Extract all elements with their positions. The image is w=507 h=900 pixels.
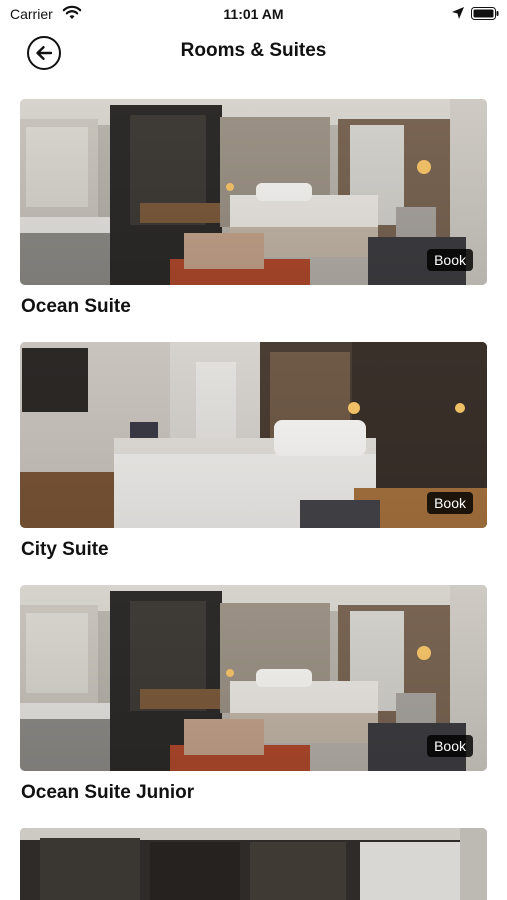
location-arrow-icon	[452, 7, 464, 19]
room-photo-image	[20, 828, 487, 900]
page-title: Rooms & Suites	[180, 40, 327, 61]
battery-icon	[471, 7, 499, 20]
room-title: City Suite	[21, 539, 109, 560]
room-image[interactable]	[20, 828, 487, 900]
status-bar: Carrier 11:01 AM	[0, 0, 507, 28]
room-title: Ocean Suite	[21, 296, 131, 317]
book-button[interactable]: Book	[427, 249, 473, 271]
room-photo-image	[20, 99, 487, 285]
book-button[interactable]: Book	[427, 735, 473, 757]
room-image[interactable]: Book	[20, 585, 487, 771]
room-photo-image	[20, 585, 487, 771]
navigation-header: Rooms & Suites	[0, 28, 507, 80]
room-photo-image	[20, 342, 487, 528]
room-image[interactable]: Book	[20, 99, 487, 285]
status-time: 11:01 AM	[223, 6, 284, 22]
room-title: Ocean Suite Junior	[21, 782, 195, 803]
room-image[interactable]: Book	[20, 342, 487, 528]
book-button[interactable]: Book	[427, 492, 473, 514]
